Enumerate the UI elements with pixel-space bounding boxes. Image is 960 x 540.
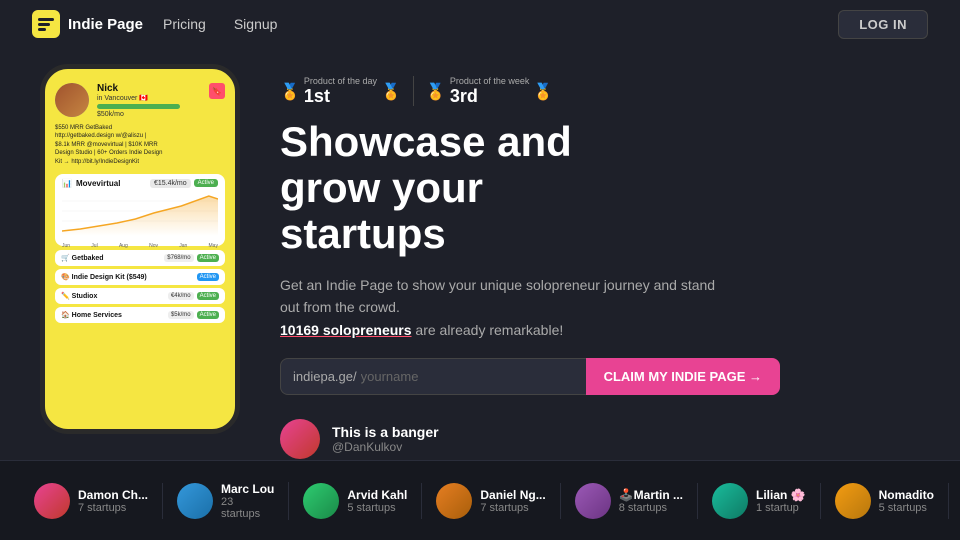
startup-row: 🏠 Home Services $5k/mo Active (55, 307, 225, 323)
testimonial-avatar (280, 419, 320, 459)
startup-row: 🛒 Getbaked $768/mo Active (55, 250, 225, 266)
signup-link[interactable]: Signup (234, 16, 278, 32)
hero-section: 🏅 Product of the day 1st 🏅 🏅 Product of … (280, 68, 920, 459)
user-avatar (575, 483, 611, 519)
user-avatar (436, 483, 472, 519)
user-startups: 5 startups (347, 502, 407, 514)
user-startups: 7 startups (78, 502, 148, 514)
phone-profile-info: Nick in Vancouver 🇨🇦 $50k/mo (97, 83, 201, 118)
phone-mrr-bar (97, 104, 180, 109)
testimonial-text: This is a banger @DanKulkov (332, 424, 439, 454)
hero-title: Showcase and grow your startups (280, 119, 920, 258)
user-avatar (34, 483, 70, 519)
user-startups: 8 startups (619, 502, 683, 514)
phone-profile: Nick in Vancouver 🇨🇦 $50k/mo 🔖 (55, 83, 225, 118)
user-startups: 23 startups (221, 496, 274, 520)
user-name: Lilian 🌸 (756, 488, 806, 502)
hero-count: 10169 solopreneurs are already remarkabl… (280, 322, 920, 338)
testimonial: This is a banger @DanKulkov (280, 419, 920, 459)
claim-button[interactable]: CLAIM MY INDIE PAGE → (586, 358, 780, 395)
login-button[interactable]: LOG IN (838, 10, 928, 39)
startup-row: 🎨 Indie Design Kit ($549) Active (55, 269, 225, 285)
user-name: Nomadito (879, 488, 934, 502)
claim-row: indiepa.ge/ CLAIM MY INDIE PAGE → (280, 358, 780, 395)
user-name: Arvid Kahl (347, 488, 407, 502)
logo-icon (32, 10, 60, 38)
user-item[interactable]: Diky Diwo ... 1 startup (949, 483, 960, 519)
chart-labels: JunJulAugNovJanMay (62, 243, 218, 249)
user-item[interactable]: Lilian 🌸 1 startup (698, 483, 821, 519)
chart-title: Movevirtual (76, 179, 120, 188)
user-avatar (712, 483, 748, 519)
user-item[interactable]: Nomadito 5 startups (821, 483, 949, 519)
product-day-badge: 🏅 Product of the day 1st 🏅 (280, 76, 401, 107)
startup-row: ✏️ Studiox €4k/mo Active (55, 288, 225, 304)
user-item[interactable]: Daniel Ng... 7 startups (422, 483, 560, 519)
phone-location: in Vancouver 🇨🇦 (97, 94, 201, 102)
user-avatar (177, 483, 213, 519)
claim-input-wrap: indiepa.ge/ (280, 358, 586, 395)
phone-avatar (55, 83, 89, 117)
logo-link[interactable]: Indie Page (32, 10, 143, 38)
phone-username: Nick (97, 83, 201, 94)
product-badges: 🏅 Product of the day 1st 🏅 🏅 Product of … (280, 76, 920, 107)
chart-amount: €15.4k/mo (150, 179, 191, 188)
user-startups: 7 startups (480, 502, 545, 514)
testimonial-handle: @DanKulkov (332, 440, 439, 454)
badge-day-label: Product of the day (304, 76, 377, 86)
user-name: Damon Ch... (78, 488, 148, 502)
input-prefix: indiepa.ge/ (293, 369, 357, 384)
user-item[interactable]: Arvid Kahl 5 startups (289, 483, 422, 519)
badge-divider (413, 76, 414, 106)
chart-svg (62, 191, 218, 236)
user-startups: 1 startup (756, 502, 806, 514)
phone-mrr-label: $50k/mo (97, 111, 201, 118)
user-item[interactable]: Marc Lou 23 startups (163, 482, 289, 520)
chart-card: 📊 Movevirtual €15.4k/mo Active (55, 174, 225, 246)
main-content: Nick in Vancouver 🇨🇦 $50k/mo 🔖 $550 MRR … (0, 48, 960, 459)
user-name: Marc Lou (221, 482, 274, 496)
user-name: 🕹️Martin ... (619, 488, 683, 502)
nav-links: Pricing Signup (163, 16, 277, 32)
chart-badge: Active (194, 179, 218, 187)
phone-mockup: Nick in Vancouver 🇨🇦 $50k/mo 🔖 $550 MRR … (40, 64, 240, 434)
user-item[interactable]: Damon Ch... 7 startups (20, 483, 163, 519)
user-name: Daniel Ng... (480, 488, 545, 502)
badge-day-rank: 1st (304, 86, 377, 107)
product-week-badge: 🏅 Product of the week 3rd 🏅 (426, 76, 553, 107)
testimonial-quote: This is a banger (332, 424, 439, 440)
hero-subtitle: Get an Indie Page to show your unique so… (280, 274, 720, 319)
bottom-bar: Damon Ch... 7 startups Marc Lou 23 start… (0, 460, 960, 540)
phone-bio: $550 MRR GetBaked http://getbaked.design… (55, 124, 225, 166)
chart-card-header: 📊 Movevirtual €15.4k/mo Active (62, 179, 218, 188)
badge-week-label: Product of the week (450, 76, 530, 86)
user-avatar (303, 483, 339, 519)
logo-text: Indie Page (68, 16, 143, 33)
username-input[interactable] (357, 359, 574, 394)
badge-week-rank: 3rd (450, 86, 530, 107)
user-startups: 5 startups (879, 502, 934, 514)
navbar: Indie Page Pricing Signup LOG IN (0, 0, 960, 48)
user-avatar (835, 483, 871, 519)
pricing-link[interactable]: Pricing (163, 16, 206, 32)
phone-bookmark: 🔖 (209, 83, 225, 99)
user-item[interactable]: 🕹️Martin ... 8 startups (561, 483, 698, 519)
chart-area: JunJulAugNovJanMay (62, 191, 218, 241)
